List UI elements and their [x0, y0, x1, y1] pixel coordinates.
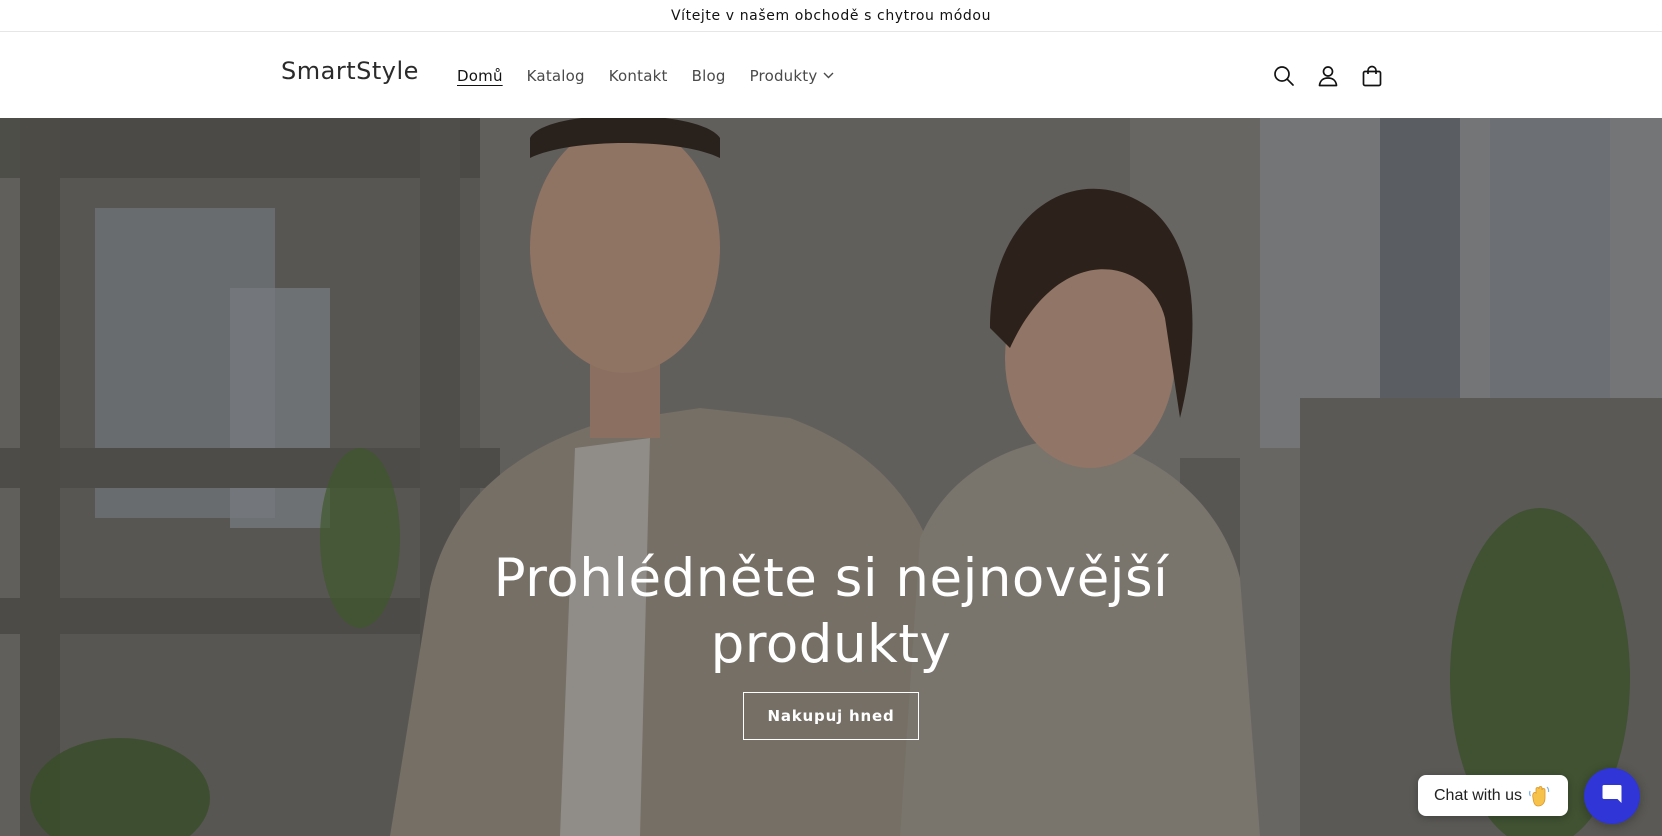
- main-nav: Domů Katalog Kontakt Blog Produkty: [457, 33, 858, 118]
- cart-icon[interactable]: [1350, 54, 1394, 98]
- hero-title: Prohlédněte si nejnovější produkty: [493, 548, 1169, 675]
- hero-content: Prohlédněte si nejnovější produkty Nakup…: [0, 118, 1662, 836]
- announcement-bar: Vítejte v našem obchodě s chytrou módou: [0, 0, 1662, 32]
- site-logo[interactable]: SmartStyle: [281, 57, 419, 85]
- chat-bubble-label: Chat with us: [1434, 786, 1523, 804]
- nav-item-kontakt[interactable]: Kontakt: [609, 67, 668, 85]
- nav-item-domu[interactable]: Domů: [457, 67, 503, 85]
- chevron-down-icon: [823, 72, 834, 79]
- chat-icon: [1600, 782, 1624, 810]
- shop-now-button[interactable]: Nakupuj hned: [743, 692, 919, 740]
- nav-item-produkty-label: Produkty: [749, 66, 818, 85]
- nav-item-blog[interactable]: Blog: [692, 67, 726, 85]
- waving-hand-icon: [1528, 785, 1550, 807]
- chat-launcher-button[interactable]: [1584, 768, 1640, 824]
- nav-item-produkty[interactable]: Produkty: [750, 67, 835, 85]
- chat-bubble[interactable]: Chat with us: [1418, 775, 1569, 816]
- search-icon[interactable]: [1262, 54, 1306, 98]
- hero-banner: Prohlédněte si nejnovější produkty Nakup…: [0, 118, 1662, 836]
- account-icon[interactable]: [1306, 54, 1350, 98]
- header-icons: [1262, 33, 1394, 118]
- announcement-text: Vítejte v našem obchodě s chytrou módou: [670, 7, 992, 24]
- site-header: SmartStyle Domů Katalog Kontakt Blog Pro…: [0, 33, 1662, 118]
- nav-item-katalog[interactable]: Katalog: [527, 67, 585, 85]
